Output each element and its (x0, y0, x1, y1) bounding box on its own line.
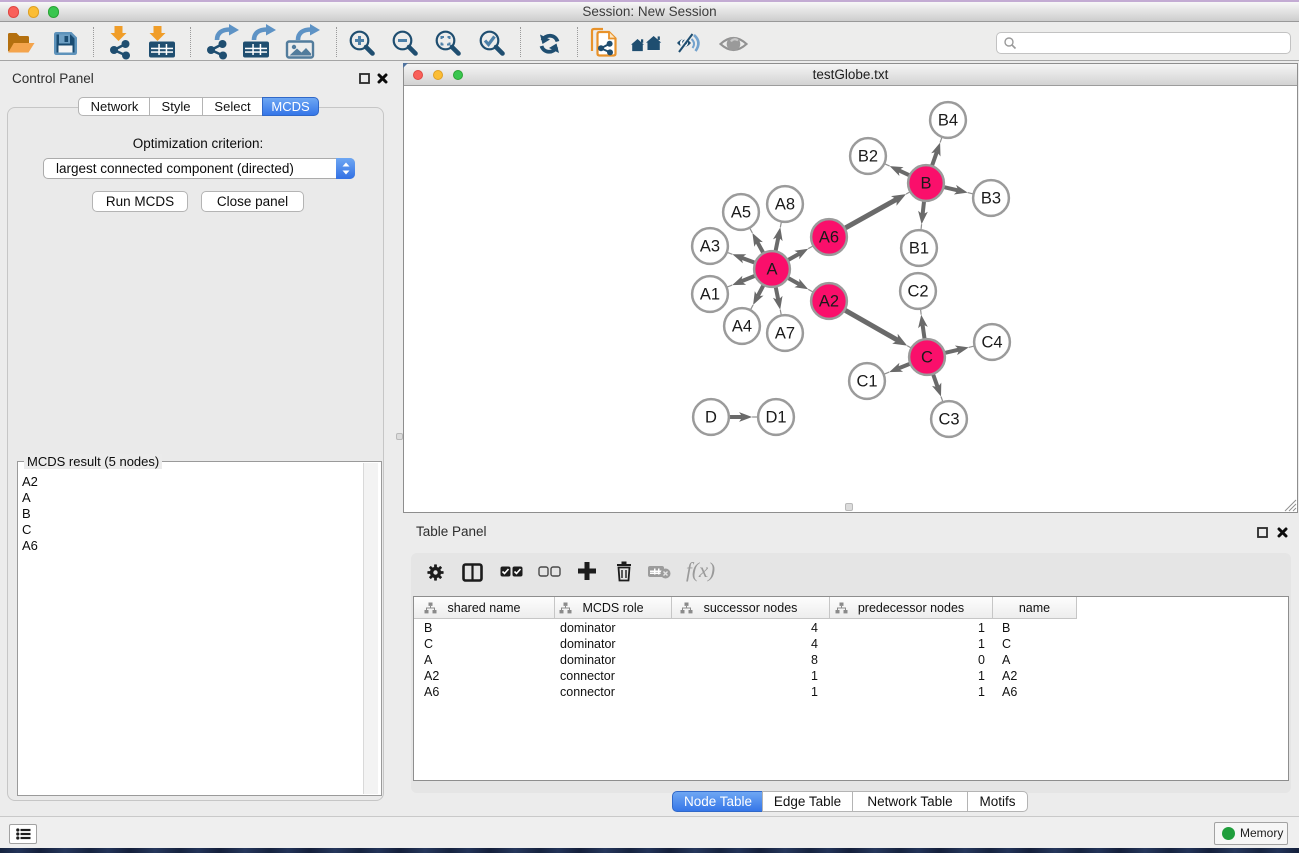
svg-text:A4: A4 (732, 318, 752, 336)
svg-text:A2: A2 (819, 293, 839, 311)
svg-text:B3: B3 (981, 190, 1001, 208)
svg-text:A3: A3 (700, 238, 720, 256)
svg-text:A5: A5 (731, 204, 751, 222)
svg-text:D1: D1 (765, 409, 786, 427)
svg-text:A1: A1 (700, 286, 720, 304)
svg-text:A8: A8 (775, 196, 795, 214)
svg-text:B: B (920, 175, 931, 193)
svg-text:B2: B2 (858, 148, 878, 166)
svg-text:C4: C4 (981, 334, 1002, 352)
svg-text:C2: C2 (907, 283, 928, 301)
svg-text:D: D (705, 409, 717, 427)
svg-text:A7: A7 (775, 325, 795, 343)
svg-text:B4: B4 (938, 112, 958, 130)
svg-text:C1: C1 (856, 373, 877, 391)
svg-text:C: C (921, 349, 933, 367)
svg-text:A6: A6 (819, 229, 839, 247)
svg-text:C3: C3 (938, 411, 959, 429)
svg-text:B1: B1 (909, 240, 929, 258)
svg-text:A: A (766, 261, 777, 279)
